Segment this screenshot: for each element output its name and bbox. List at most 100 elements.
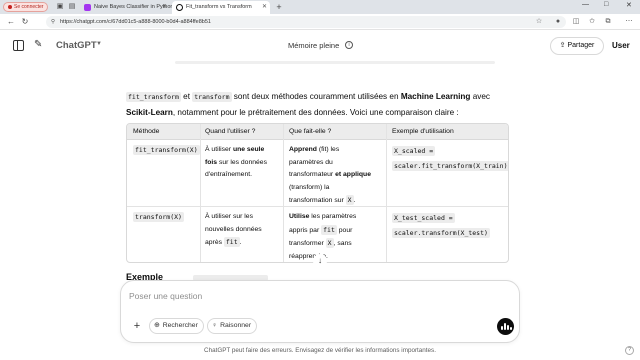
comparison-table: Méthode Quand l'utiliser ? Que fait-elle… <box>126 123 509 263</box>
globe-icon: ⊕ <box>154 322 160 329</box>
address-bar-row: ← ↻ ⚲ https://chatgpt.com/c/67dd01c5-a88… <box>0 14 640 30</box>
search-label: Rechercher <box>162 322 198 329</box>
voice-mode-button[interactable] <box>497 318 514 335</box>
user-avatar[interactable]: User <box>612 41 630 51</box>
sidebar-toggle-icon[interactable] <box>13 40 24 51</box>
tab-naive-bayes[interactable]: Naive Bayes Classifier in Python ✕ <box>80 1 173 14</box>
disclaimer-text: ChatGPT peut faire des erreurs. Envisage… <box>204 347 436 354</box>
table-cell-what: Utilise les paramètres appris par fit po… <box>289 211 385 262</box>
text: les paramètres <box>309 213 357 220</box>
maximize-icon[interactable]: □ <box>604 1 608 8</box>
favorite-star-icon[interactable]: ☆ <box>534 17 544 27</box>
site-info-icon[interactable]: ⚲ <box>51 16 55 28</box>
prompt-input[interactable] <box>129 289 489 303</box>
inline-code: X_scaled = <box>392 146 436 156</box>
text: . <box>353 197 356 204</box>
inline-code: X <box>325 238 334 248</box>
table-cell-method: transform(X) <box>133 211 184 225</box>
text: d'entraînement. <box>205 171 253 178</box>
waveform-bar <box>510 327 512 330</box>
vertical-tabs-icon[interactable]: ▤ <box>68 3 76 11</box>
reason-button[interactable]: ♀ Raisonner <box>207 318 258 334</box>
text: sur les données <box>217 158 267 166</box>
new-tab-icon[interactable]: + <box>275 3 283 12</box>
table-header: Exemple d'utilisation <box>392 128 454 135</box>
search-button[interactable]: ⊕ Rechercher <box>149 318 204 334</box>
inline-code: fit_transform(X) <box>133 145 200 155</box>
text: , sans <box>333 240 352 247</box>
table-header-row: Méthode Quand l'utiliser ? Que fait-elle… <box>127 124 508 140</box>
app-header: ✎ ChatGPT ▼ Mémoire pleine i ⇪ Partager U… <box>0 31 640 61</box>
table-cell-example: X_scaled = scaler.fit_transform(X_train) <box>392 144 508 174</box>
profile-button[interactable]: Se connecter <box>3 2 49 12</box>
udemy-favicon-icon <box>84 4 91 11</box>
favorites-icon[interactable]: ✩ <box>587 17 597 27</box>
close-tab-icon[interactable]: ✕ <box>162 1 167 14</box>
text: pour <box>336 226 353 234</box>
bold-text: Machine Learning <box>400 92 471 101</box>
text: transformateur <box>289 171 336 178</box>
text: , notamment pour le prétraitement des do… <box>172 108 459 117</box>
text: paramètres du <box>289 158 333 166</box>
text: À utiliser sur les <box>205 213 253 220</box>
close-tab-icon[interactable]: ✕ <box>262 1 267 14</box>
share-button[interactable]: ⇪ Partager <box>550 37 604 55</box>
bold-text: Apprend <box>289 146 317 153</box>
more-menu-icon[interactable]: ⋯ <box>624 17 634 27</box>
close-window-icon[interactable]: ✕ <box>626 1 632 9</box>
bold-text: fois <box>205 158 218 166</box>
table-cell-when: À utiliser sur les nouvelles données apr… <box>205 211 280 250</box>
text: . <box>239 239 242 246</box>
attach-plus-icon[interactable]: + <box>130 319 144 333</box>
model-selector[interactable]: ChatGPT <box>56 40 97 52</box>
column-divider <box>200 124 201 262</box>
text: et <box>180 92 193 101</box>
column-divider <box>386 124 387 262</box>
bold-text: et applique <box>335 171 371 178</box>
text: À utiliser <box>205 146 233 153</box>
intro-paragraph: fit_transform et transform sont deux mét… <box>126 89 516 121</box>
text: transformation sur <box>289 197 346 204</box>
text: appris par <box>289 226 322 234</box>
waveform-bar <box>504 323 506 330</box>
previous-message-edge <box>175 61 495 64</box>
browser-tab-strip: Se connecter ▣ ▤ Naive Bayes Classifier … <box>0 0 640 14</box>
bold-text: une seule <box>232 146 265 153</box>
inline-code: scaler.transform(X_test) <box>392 228 490 238</box>
table-header: Que fait-elle ? <box>289 128 332 135</box>
collections-icon[interactable]: ⧉ <box>603 17 613 27</box>
message-composer: + ⊕Rechercher ♀Raisonner <box>120 280 520 343</box>
table-header: Méthode <box>133 128 160 135</box>
text: sont deux méthodes couramment utilisées … <box>231 92 401 101</box>
split-screen-icon[interactable]: ◫ <box>571 17 581 27</box>
scroll-down-arrow-icon[interactable]: ↓ <box>313 254 327 268</box>
inline-code: scaler.fit_transform(X_train) <box>392 161 508 171</box>
text: (fit) les <box>316 146 340 153</box>
refresh-icon[interactable]: ↻ <box>20 17 30 27</box>
profile-label: Se connecter <box>14 4 44 10</box>
inline-code: fit <box>321 224 337 235</box>
text: nouvelles données <box>205 225 262 233</box>
url-field[interactable]: ⚲ https://chatgpt.com/c/67dd01c5-a888-80… <box>46 16 566 28</box>
bold-text: Utilise <box>289 213 310 220</box>
text: après <box>205 239 224 246</box>
info-icon[interactable]: i <box>345 41 353 49</box>
inline-code: fit_transform <box>126 92 181 102</box>
text: transformer <box>289 240 326 247</box>
help-icon[interactable]: ? <box>625 346 634 355</box>
chevron-down-icon[interactable]: ▼ <box>96 41 102 47</box>
tab-actions-icon[interactable]: ▣ <box>56 3 64 11</box>
column-divider <box>283 124 284 262</box>
reason-label: Raisonner <box>220 322 252 329</box>
share-label: Partager <box>567 42 595 49</box>
text: (transform) la <box>289 183 330 191</box>
memory-status: Mémoire pleine <box>288 41 340 50</box>
extension-icon[interactable]: ● <box>553 17 563 27</box>
tab-fit-transform[interactable]: Fit_transform vs Transform ✕ <box>172 1 270 14</box>
minimize-icon[interactable]: — <box>582 1 589 8</box>
new-chat-icon[interactable]: ✎ <box>34 39 46 51</box>
bold-text: Scikit-Learn <box>126 108 173 117</box>
table-header: Quand l'utiliser ? <box>205 128 256 135</box>
inline-code: transform(X) <box>133 212 184 222</box>
back-icon[interactable]: ← <box>6 17 16 27</box>
